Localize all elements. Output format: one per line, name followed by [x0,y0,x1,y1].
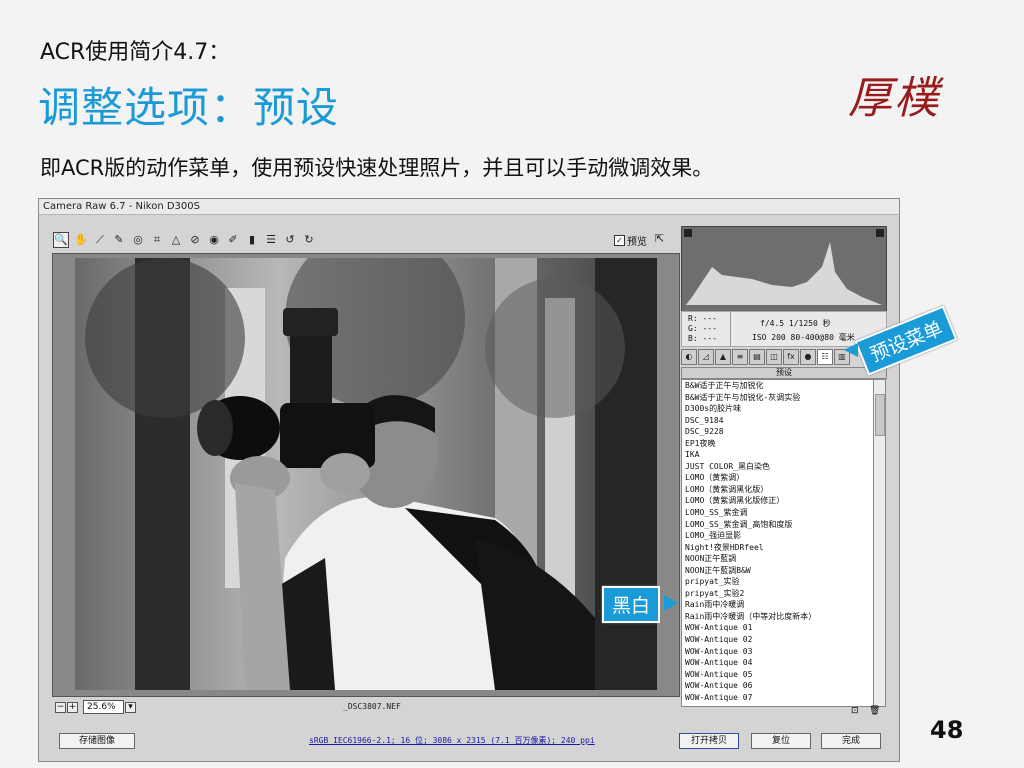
preset-item[interactable]: WOW-Antique 01 [682,622,874,634]
fullscreen-icon[interactable]: ⇱ [655,232,669,245]
red-eye-tool-icon[interactable]: ◉ [207,233,221,247]
preset-item[interactable]: LOMO（黄紫调） [682,472,874,484]
rotate-left-icon[interactable]: ↺ [283,233,297,247]
preset-item[interactable]: LOMO（黄紫调黑化版） [682,484,874,496]
new-preset-icon[interactable]: ⊡ [851,706,859,716]
reset-button[interactable]: 复位 [751,733,811,749]
exposure-info: f/4.5 1/1250 秒 [760,319,831,328]
lens-tab-icon[interactable]: ◫ [766,349,782,365]
preview-label: 预览 [627,237,647,248]
highlight-clip-icon [876,229,884,237]
done-button[interactable]: 完成 [821,733,881,749]
camera-calibration-tab-icon[interactable]: ● [800,349,816,365]
page-number: 48 [930,716,964,744]
preset-item[interactable]: EP1夜晚 [682,438,874,450]
workflow-options-link[interactable]: sRGB IEC61966-2.1; 16 位; 3086 x 2315 (7.… [309,735,595,746]
presets-panel-title: 预设 [776,368,792,377]
preset-item[interactable]: WOW-Antique 03 [682,646,874,658]
detail-tab-icon[interactable]: ▲ [715,349,731,365]
zoom-row: − + 25.6% ▾ _DSC3807.NEF [53,699,673,715]
preset-item[interactable]: LOMO_SS_紫金调_高饱和度版 [682,519,874,531]
preset-item[interactable]: WOW-Antique 06 [682,680,874,692]
rotate-right-icon[interactable]: ↻ [302,233,316,247]
zoom-tool-icon[interactable]: 🔍 [53,232,69,248]
readout-divider [730,312,731,346]
preset-item[interactable]: WOW-Antique 07 [682,692,874,704]
zoom-dropdown-icon[interactable]: ▾ [125,702,136,713]
preset-item[interactable]: pripyat_实验 [682,576,874,588]
preset-item[interactable]: pripyat_实验2 [682,588,874,600]
preset-scrollbar[interactable] [873,379,886,707]
preset-item[interactable]: D300s的胶片味 [682,403,874,415]
preview-check-icon[interactable]: ✓ [614,235,625,246]
preset-item[interactable]: WOW-Antique 02 [682,634,874,646]
straighten-tool-icon[interactable]: △ [169,233,183,247]
presets-panel-header: 预设 [681,367,887,379]
file-name: _DSC3807.NEF [343,702,401,711]
adjustment-brush-icon[interactable]: ✐ [226,233,240,247]
preset-item[interactable]: DSC_9228 [682,426,874,438]
readout-r: R: --- [688,314,717,323]
photo-preview [75,258,657,690]
preview-checkbox[interactable]: ✓ 预览 [614,233,647,248]
panel-footer: ⊡ 🗑 [681,705,885,717]
iso-lens-info: ISO 200 80-400@80 毫米 [752,333,855,342]
hand-tool-icon[interactable]: ✋ [74,233,88,247]
preset-item[interactable]: DSC_9184 [682,415,874,427]
zoom-level-field[interactable]: 25.6% [83,700,124,714]
delete-preset-icon[interactable]: 🗑 [869,706,880,716]
split-toning-tab-icon[interactable]: ▤ [749,349,765,365]
tone-curve-tab-icon[interactable]: ◿ [698,349,714,365]
preset-item[interactable]: WOW-Antique 05 [682,669,874,681]
preset-item[interactable]: LOMO_SS_紫金调 [682,507,874,519]
slide-subtitle: ACR使用简介4.7： [40,40,231,65]
readout-b: B: --- [688,334,717,343]
crop-tool-icon[interactable]: ⌗ [150,233,164,247]
white-balance-tool-icon[interactable]: ⟋ [93,233,107,247]
effects-tab-icon[interactable]: fx [783,349,799,365]
basic-tab-icon[interactable]: ◐ [681,349,697,365]
slide-description: 即ACR版的动作菜单，使用预设快速处理照片，并且可以手动微调效果。 [40,156,714,180]
black-white-callout-arrow [664,595,678,611]
window-title: Camera Raw 6.7 - Nikon D300S [39,199,899,215]
preset-item[interactable]: IKA [682,449,874,461]
save-image-button[interactable]: 存储图像 [59,733,135,749]
preset-item[interactable]: LOMO_强迫显影 [682,530,874,542]
black-white-callout: 黑白 [602,586,661,623]
histogram [681,226,887,313]
preset-item[interactable]: B&W适于正午与加锐化 [682,380,874,392]
shadow-clip-icon [684,229,692,237]
preset-item[interactable]: B&W适于正午与加锐化-灰调实验 [682,392,874,404]
preset-item[interactable]: JUST COLOR_黑白染色 [682,461,874,473]
zoom-in-button[interactable]: + [67,702,78,713]
color-sampler-tool-icon[interactable]: ✎ [112,233,126,247]
preset-item[interactable]: Night!夜景HDRfeel [682,542,874,554]
target-adjust-tool-icon[interactable]: ◎ [131,233,145,247]
tool-bar: 🔍 ✋ ⟋ ✎ ◎ ⌗ △ ⊘ ◉ ✐ ▮ ☰ ↺ ↻ [53,231,673,249]
histogram-graph [682,227,886,312]
preset-item[interactable]: Rain雨中冷暖调（中等对比度新本） [682,611,874,623]
preset-list[interactable]: B&W适于正午与加锐化 B&W适于正午与加锐化-灰调实验 D300s的胶片味 DSC_… [681,379,875,707]
preset-item[interactable]: NOON正午藍調 [682,553,874,565]
bw-photo [75,258,657,690]
preferences-icon[interactable]: ☰ [264,233,278,247]
presets-tab-icon[interactable]: ☷ [817,349,833,365]
image-preview-area[interactable] [52,253,680,697]
preset-item[interactable]: Rain雨中冷暖调 [682,599,874,611]
preset-item[interactable]: WOW-Antique 04 [682,657,874,669]
readout-g: G: --- [688,324,717,333]
graduated-filter-icon[interactable]: ▮ [245,233,259,247]
open-copy-button[interactable]: 打开拷贝 [679,733,739,749]
preset-menu-callout-arrow [844,343,858,357]
scroll-thumb[interactable] [875,394,885,436]
zoom-out-button[interactable]: − [55,702,66,713]
camera-raw-window: Camera Raw 6.7 - Nikon D300S 🔍 ✋ ⟋ ✎ ◎ ⌗… [38,198,900,762]
slide-title: 调整选项：预设 [38,83,340,132]
preset-item[interactable]: NOON正午藍調B&W [682,565,874,577]
brand-logo: 厚樸 [848,73,940,124]
spot-removal-tool-icon[interactable]: ⊘ [188,233,202,247]
preset-item[interactable]: LOMO（黄紫调黑化版修正） [682,495,874,507]
hsl-tab-icon[interactable]: ≡ [732,349,748,365]
